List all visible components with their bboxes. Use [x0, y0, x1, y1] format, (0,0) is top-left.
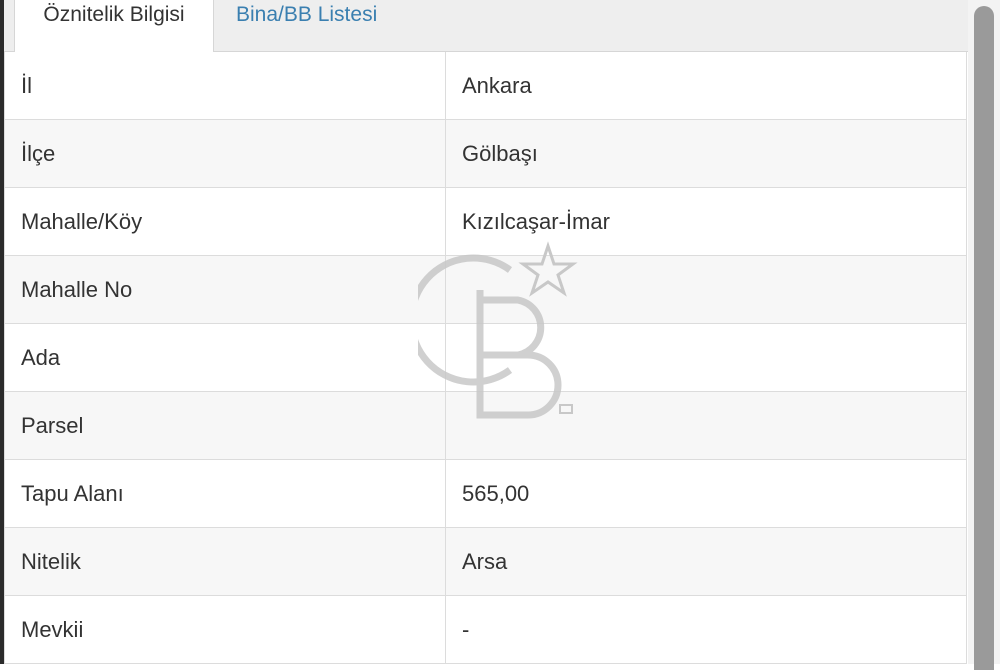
row-label: Mevkii [21, 617, 84, 642]
attribute-table: İl Ankara İlçe Gölbaşı Mahalle/Köy Kızıl… [4, 52, 967, 664]
row-label: İl [21, 73, 32, 98]
table-row-tapu-alani: Tapu Alanı 565,00 [5, 460, 966, 528]
table-row-il: İl Ankara [5, 52, 966, 120]
table-row-mahalle-no: Mahalle No [5, 256, 966, 324]
tab-bina-bb-listesi[interactable]: Bina/BB Listesi [236, 0, 426, 52]
row-value [445, 256, 967, 324]
table-row-ada: Ada [5, 324, 966, 392]
row-label: İlçe [21, 141, 56, 166]
scrollbar-thumb[interactable] [974, 6, 994, 670]
row-label: Nitelik [21, 549, 81, 574]
row-label: Mahalle No [21, 277, 133, 302]
table-row-mahalle-koy: Mahalle/Köy Kızılcaşar-İmar [5, 188, 966, 256]
row-value [445, 324, 967, 392]
row-label: Mahalle/Köy [21, 209, 143, 234]
row-value: 565,00 [445, 460, 967, 528]
row-label: Parsel [21, 413, 84, 438]
row-value [445, 392, 967, 460]
table-row-parsel: Parsel [5, 392, 966, 460]
table-row-mevkii: Mevkii - [5, 596, 966, 664]
table-row-ilce: İlçe Gölbaşı [5, 120, 966, 188]
row-value: - [445, 596, 967, 664]
table-row-nitelik: Nitelik Arsa [5, 528, 966, 596]
row-value: Gölbaşı [445, 120, 967, 188]
tab-oznitelik-bilgisi[interactable]: Öznitelik Bilgisi [14, 0, 214, 53]
row-label: Ada [21, 345, 61, 370]
row-label: Tapu Alanı [21, 481, 124, 506]
row-value: Arsa [445, 528, 967, 596]
tab-bar: Öznitelik Bilgisi Bina/BB Listesi [4, 0, 968, 53]
row-value: Kızılcaşar-İmar [445, 188, 967, 256]
row-value: Ankara [445, 52, 967, 120]
